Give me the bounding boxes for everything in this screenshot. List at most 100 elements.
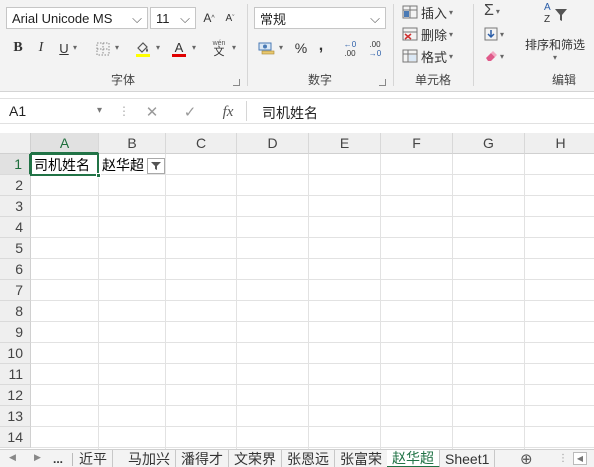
scroll-left-icon[interactable]: ◀ [573, 452, 587, 465]
number-format-value: 常规 [260, 11, 287, 27]
row-header-1[interactable]: 1 [0, 154, 31, 175]
phonetic-dropdown-icon[interactable]: ▾ [232, 43, 236, 52]
cell-B1[interactable]: 赵华超 [99, 154, 147, 175]
accounting-dropdown-icon[interactable]: ▾ [279, 43, 283, 52]
fill-color-dropdown-icon[interactable]: ▾ [156, 43, 160, 52]
insert-function-button[interactable]: fx [217, 102, 239, 122]
sheet-tab[interactable]: 文荣界 [229, 450, 282, 467]
column-header-C[interactable]: C [166, 133, 237, 154]
row-header-14[interactable]: 14 [0, 427, 31, 448]
svg-text:A: A [175, 40, 184, 55]
row-header-6[interactable]: 6 [0, 259, 31, 280]
row-header-13[interactable]: 13 [0, 406, 31, 427]
add-sheet-icon[interactable]: ⊕ [515, 450, 538, 467]
font-color-button[interactable]: A [169, 38, 189, 58]
column-header-A[interactable]: A [31, 133, 99, 154]
shrink-font-button[interactable]: Aˇ [222, 10, 238, 26]
insert-label: 插入 [421, 5, 448, 21]
row-header-4[interactable]: 4 [0, 217, 31, 238]
select-all-corner[interactable] [0, 133, 31, 154]
row-header-12[interactable]: 12 [0, 385, 31, 406]
gridline [31, 384, 594, 385]
editing-group-label: 编辑 [551, 73, 576, 87]
font-name-value: Arial Unicode MS [12, 10, 113, 26]
number-format-select[interactable]: 常规 ⌵ [254, 7, 386, 29]
row-header-9[interactable]: 9 [0, 322, 31, 343]
fill-dropdown-icon: ▾ [500, 29, 505, 39]
sheet-tab[interactable]: 近平 [74, 450, 113, 467]
underline-dropdown-icon[interactable]: ▾ [73, 43, 77, 52]
fill-color-button[interactable] [133, 38, 153, 58]
tab-bar-grip-icon[interactable]: ⋮ [558, 453, 568, 464]
grow-font-button[interactable]: A ^ [200, 9, 218, 27]
formula-bar: A1 ▾ ⋮ ✕ ✓ fx 司机姓名 [0, 98, 594, 124]
cells-group: 插入 ▾ 删除 ▾ 格式 ▾ 单元格 [394, 0, 472, 92]
percent-button[interactable]: % [292, 39, 310, 57]
column-header-B[interactable]: B [99, 133, 166, 154]
sheet-tab-active[interactable]: 赵华超 [387, 450, 440, 467]
next-sheet-icon[interactable]: ▶ [34, 452, 41, 463]
sheet-tab[interactable]: 张恩远 [282, 450, 335, 467]
increase-decimal-button[interactable]: ←0 .00 [339, 37, 361, 61]
chevron-down-icon: ⌵ [180, 11, 190, 26]
spreadsheet-grid[interactable]: A B C D E F G H 1 2 3 4 5 6 7 8 9 10 11 … [0, 133, 594, 449]
chevron-down-icon: ⌵ [370, 11, 380, 26]
insert-cells-button[interactable]: 插入 ▾ [402, 3, 468, 21]
font-name-select[interactable]: Arial Unicode MS ⌵ [6, 7, 148, 29]
format-cells-button[interactable]: 格式 ▾ [402, 47, 468, 65]
font-color-dropdown-icon[interactable]: ▾ [192, 43, 196, 52]
sheet-tab[interactable]: 马加兴 [123, 450, 176, 467]
row-header-11[interactable]: 11 [0, 364, 31, 385]
font-size-select[interactable]: 11 ⌵ [150, 7, 196, 29]
clear-button[interactable]: ▾ [484, 47, 514, 65]
row-header-5[interactable]: 5 [0, 238, 31, 259]
italic-button[interactable]: I [33, 39, 49, 57]
prev-sheet-icon[interactable]: ◀ [9, 452, 16, 463]
accounting-format-button[interactable] [257, 39, 277, 57]
autosum-button[interactable]: Σ ▾ [484, 2, 514, 20]
insert-icon [402, 5, 418, 19]
formula-input[interactable]: 司机姓名 [262, 103, 318, 123]
format-dropdown-icon: ▾ [449, 51, 454, 61]
row-header-8[interactable]: 8 [0, 301, 31, 322]
sheet-tab[interactable]: 潘得才 [176, 450, 229, 467]
phonetic-guide-button[interactable]: wén 文 [208, 36, 230, 60]
bold-button[interactable]: B [10, 39, 26, 57]
column-header-E[interactable]: E [309, 133, 381, 154]
column-header-G[interactable]: G [453, 133, 525, 154]
column-header-H[interactable]: H [525, 133, 594, 154]
gridline [31, 258, 594, 259]
name-box-value: A1 [9, 103, 27, 119]
decrease-decimal-button[interactable]: .00 →0 [364, 37, 386, 61]
sort-z-letter: Z [544, 14, 551, 25]
number-dialog-launcher-icon[interactable] [379, 79, 386, 86]
column-header-F[interactable]: F [381, 133, 453, 154]
column-header-D[interactable]: D [237, 133, 309, 154]
underline-button[interactable]: U [56, 39, 72, 57]
row-header-3[interactable]: 3 [0, 196, 31, 217]
row-header-10[interactable]: 10 [0, 343, 31, 364]
border-button[interactable] [94, 40, 112, 57]
font-group: Arial Unicode MS ⌵ 11 ⌵ A^ Aˇ B I U ▾ ▾ [0, 0, 246, 92]
filter-dropdown-button[interactable] [147, 158, 165, 174]
row-header-2[interactable]: 2 [0, 175, 31, 196]
number-group-label: 数字 [307, 73, 332, 87]
name-box[interactable]: A1 ▾ [2, 100, 106, 122]
cancel-entry-button[interactable]: ✕ [143, 103, 161, 121]
fill-handle[interactable] [96, 173, 101, 178]
font-dialog-launcher-icon[interactable] [233, 79, 240, 86]
comma-style-button[interactable]: , [314, 37, 328, 55]
row-header-7[interactable]: 7 [0, 280, 31, 301]
decrease-decimal-bottom: →0 [368, 49, 382, 58]
delete-cells-button[interactable]: 删除 ▾ [402, 25, 468, 43]
sort-filter-button[interactable]: A Z 排序和筛选 ▾ [518, 2, 592, 64]
border-dropdown-icon[interactable]: ▾ [115, 43, 119, 52]
sheet-tab[interactable]: 张富荣 [335, 450, 388, 467]
fill-button[interactable]: ▾ [484, 25, 514, 43]
sheet-tab[interactable]: Sheet1 [440, 450, 496, 467]
gridline [31, 447, 594, 448]
sort-filter-dropdown-icon: ▾ [552, 53, 557, 62]
enter-entry-button[interactable]: ✓ [181, 103, 199, 121]
more-sheets-ellipsis[interactable]: ... [48, 450, 68, 467]
border-icon [96, 42, 110, 55]
